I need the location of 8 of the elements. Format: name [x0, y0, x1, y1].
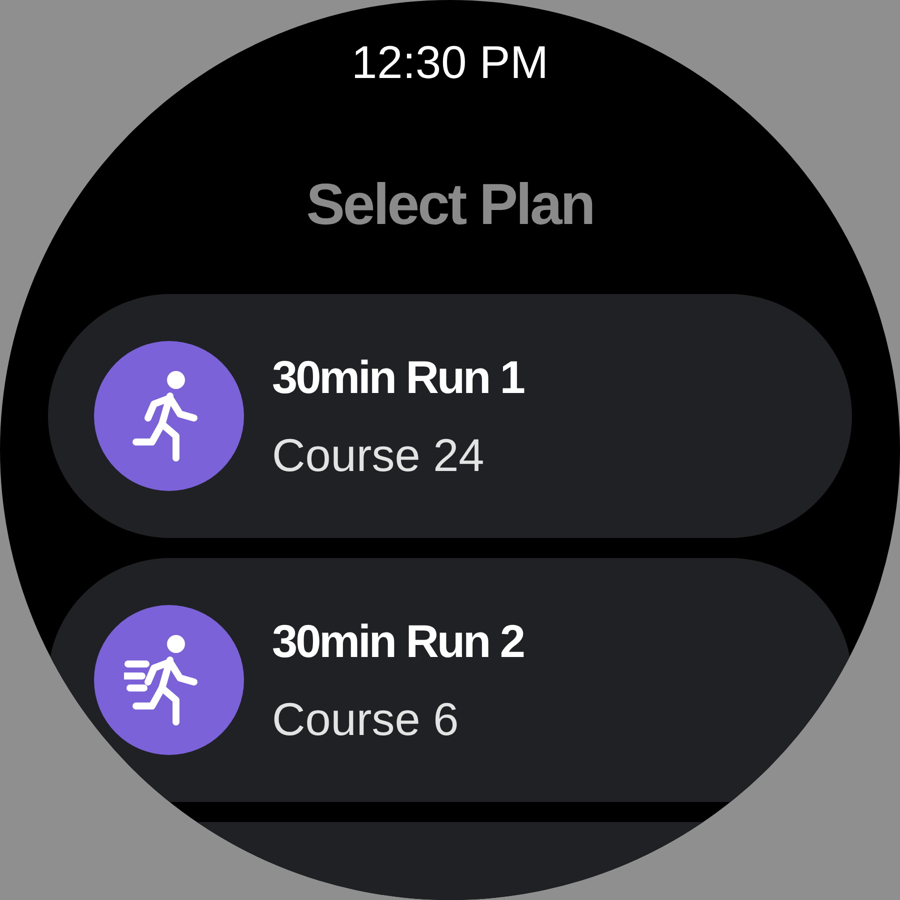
- screen-title: Select Plan: [306, 171, 594, 239]
- plan-subtitle: Course 24: [272, 428, 486, 483]
- plan-title: 30min Run 1: [272, 350, 524, 405]
- plan-title: 30min Run 2: [272, 614, 524, 669]
- plan-card[interactable]: 30min Run 1 Course 24: [48, 294, 852, 538]
- plan-card[interactable]: 30min Run 2 Course 6: [48, 558, 852, 802]
- plan-subtitle: Course 6: [272, 692, 460, 747]
- status-time: 12:30 PM: [352, 35, 548, 90]
